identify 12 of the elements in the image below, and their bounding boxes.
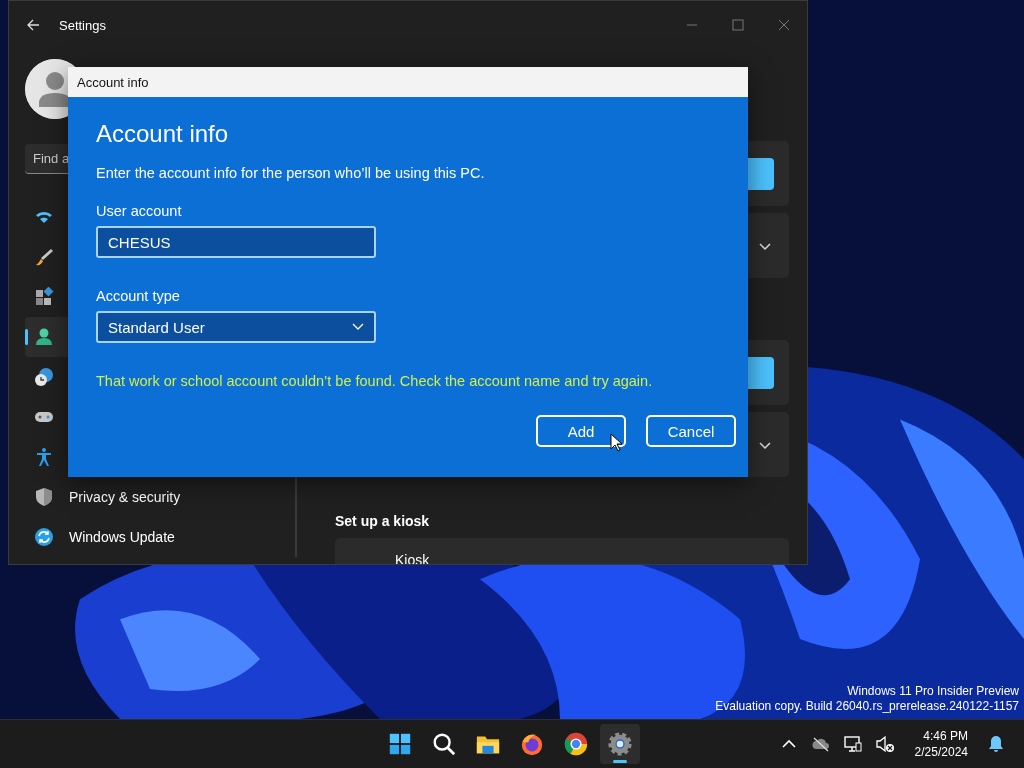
field-label: User account <box>96 203 183 219</box>
clock-date: 2/25/2024 <box>914 744 968 760</box>
dialog-description: Enter the account info for the person who’ll be using this PC. <box>96 165 486 181</box>
dialog-title: Account info <box>68 67 748 97</box>
clock-time: 4:46 PM <box>923 728 968 744</box>
watermark-text: Windows 11 Pro Insider Preview <box>847 684 1019 699</box>
watermark-text: Evaluation copy. Build 26040.rs_prerelease.240122-1157 <box>715 699 1019 714</box>
dialog-heading: Account info <box>96 119 230 149</box>
section-heading: Set up a kiosk <box>335 513 431 529</box>
field-label: Account type <box>96 288 181 304</box>
error-message: That work or school account couldn’t be found. Check the account name and try again. <box>96 373 654 389</box>
window-title: Settings <box>59 17 106 33</box>
